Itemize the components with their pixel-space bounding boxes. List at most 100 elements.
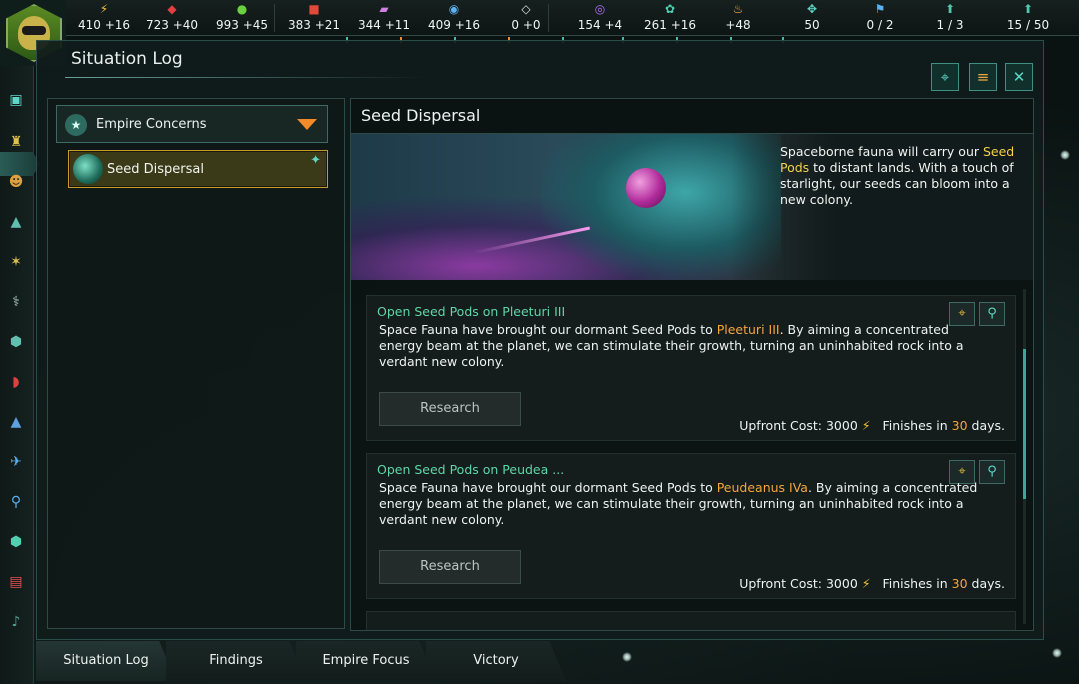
minerals-icon: ◆ [167,2,177,16]
title-divider [65,77,425,78]
resource-unity[interactable]: ✿ 261 +16 [638,2,702,34]
resource-research[interactable]: ◎ 154 +4 [568,2,632,34]
detail-title: Seed Dispersal [361,106,481,125]
situation-item-seed-dispersal[interactable]: Seed Dispersal ✦ [68,150,328,188]
situation-approach-card: Open Seed Pods on Pleeturi III ⌖ ⚲ Space… [366,295,1016,441]
planet-link[interactable]: Peudeanus IVa [717,480,808,495]
bottom-tabs: Situation Log Findings Empire Focus Vict… [36,641,596,684]
resource-food[interactable]: ● 993 +45 [210,2,274,34]
colony-icon: ⬆ [944,2,956,16]
food-icon: ● [236,2,248,16]
alloys-icon: ▰ [379,2,389,16]
situation-banner: Spaceborne fauna will carry our Seed Pod… [351,134,1033,280]
emblem-visor [22,26,46,35]
resource-value: 344 +11 [357,18,411,32]
resource-consumer-goods[interactable]: ■ 383 +21 [282,2,346,34]
market-icon[interactable]: ⬢ [5,532,27,552]
approach-description: Space Fauna have brought our dormant See… [379,480,978,527]
contacts-icon[interactable]: ☻ [5,172,27,192]
left-sidebar: ▣ ♜ ☻ ▲ ✶ ⚕ ⬢ ◗ ▲ ✈ ⚲ ⬢ ▤ ♪ [0,66,40,684]
approach-description: Space Fauna have brought our dormant See… [379,322,964,369]
map-pin-icon: ⌖ [940,68,950,86]
banner-seed-pod [626,168,666,208]
unity-icon: ✿ [664,2,676,16]
research-button[interactable]: Research [379,392,521,426]
resource-value: +48 [725,18,751,32]
resource-minerals[interactable]: ◆ 723 +40 [140,2,204,34]
approach-title: Open Seed Pods on Peudea ... [377,462,565,477]
category-label: Empire Concerns [96,117,207,132]
energy-icon: ⚡ [99,2,109,16]
star-icon: ★ [65,114,87,136]
resource-value: 154 +4 [577,18,623,32]
resource-separator [548,4,549,32]
chevron-down-icon [297,119,317,130]
resource-value: 383 +21 [287,18,341,32]
planets-icon[interactable]: ▲ [5,212,27,232]
crosshair-icon: ⌖ [958,464,966,479]
starbase-icon: ⚑ [874,2,886,16]
resource-starbase[interactable]: ⚑ 0 / 2 [848,2,912,34]
tab-empire-focus[interactable]: Empire Focus [296,641,436,681]
research-button[interactable]: Research [379,550,521,584]
window-title: Situation Log [71,49,183,69]
ship-designer-icon[interactable]: ✈ [5,452,27,472]
resource-value: 50 [804,18,820,32]
species-icon[interactable]: ⚕ [5,292,27,312]
resource-value: 409 +16 [427,18,481,32]
resource-value: 993 +45 [215,18,269,32]
resource-colony[interactable]: ⬆ 1 / 3 [918,2,982,34]
crosshair-icon: ⌖ [958,306,966,321]
star-dot [1052,648,1062,658]
resource-energy[interactable]: ⚡ 410 +16 [72,2,136,34]
list-button[interactable]: ≡ [969,63,997,91]
close-button[interactable]: ✕ [1005,63,1033,91]
government-icon[interactable]: ♜ [5,132,27,152]
planet-link[interactable]: Pleeturi III [717,322,780,337]
tab-situation-log[interactable]: Situation Log [36,641,176,681]
star-dot [1060,150,1070,160]
traditions-icon[interactable]: ✶ [5,252,27,272]
list-icon: ≡ [976,68,990,86]
locate-button[interactable]: ⌖ [931,63,959,91]
search-icon[interactable]: ⚲ [5,492,27,512]
resource-influence[interactable]: ◉ 409 +16 [422,2,486,34]
pin-icon[interactable]: ✦ [310,153,321,168]
locate-planet-button[interactable]: ⚲ [979,302,1005,326]
research-icon: ◎ [594,2,606,16]
map-pin-icon: ⚲ [987,306,997,321]
situation-list-panel: ★ Empire Concerns Seed Dispersal ✦ [47,98,345,629]
resource-fleet[interactable]: ✥ 50 [780,2,844,34]
tab-victory[interactable]: Victory [426,641,566,681]
situation-log-icon[interactable]: ▣ [5,90,27,110]
policies-icon[interactable]: ◗ [5,372,27,392]
approach-cost: Upfront Cost: 3000 ⚡ Finishes in 30 days… [739,576,1005,591]
resource-value: 0 / 2 [866,18,894,32]
resource-alloys[interactable]: ▰ 344 +11 [352,2,416,34]
situation-description: Spaceborne fauna will carry our Seed Pod… [780,144,1015,207]
influence-icon: ◉ [448,2,460,16]
situation-detail-panel: Seed Dispersal Spaceborne fauna will car… [350,98,1034,631]
expansion-icon[interactable]: ♪ [5,612,27,632]
map-pin-icon: ⚲ [987,464,997,479]
energy-icon: ⚡ [861,418,871,433]
close-icon: ✕ [1012,68,1026,86]
resource-value: 723 +40 [145,18,199,32]
approach-title: Open Seed Pods on Pleeturi III [377,304,566,319]
edicts-icon[interactable]: ▤ [5,572,27,592]
technology-icon[interactable]: ⬢ [5,332,27,352]
scrollbar-thumb[interactable] [1023,349,1026,499]
consumer-goods-icon: ■ [308,2,320,16]
situation-icon [73,154,103,184]
situation-log-window: Situation Log ⌖ ≡ ✕ ★ Empire Concerns Se… [36,40,1044,640]
resource-fleet-capacity[interactable]: ⬆ 15 / 50 [996,2,1060,34]
locate-planet-button[interactable]: ⚲ [979,460,1005,484]
tab-findings[interactable]: Findings [166,641,306,681]
resource-value: 410 +16 [77,18,131,32]
resource-separator [274,4,275,32]
empire-concerns-header[interactable]: ★ Empire Concerns [56,105,328,143]
resource-amenities[interactable]: ♨ +48 [706,2,770,34]
fleet-manager-icon[interactable]: ▲ [5,412,27,432]
situation-approach-card-partial [366,611,1016,630]
amenities-icon: ♨ [732,2,744,16]
